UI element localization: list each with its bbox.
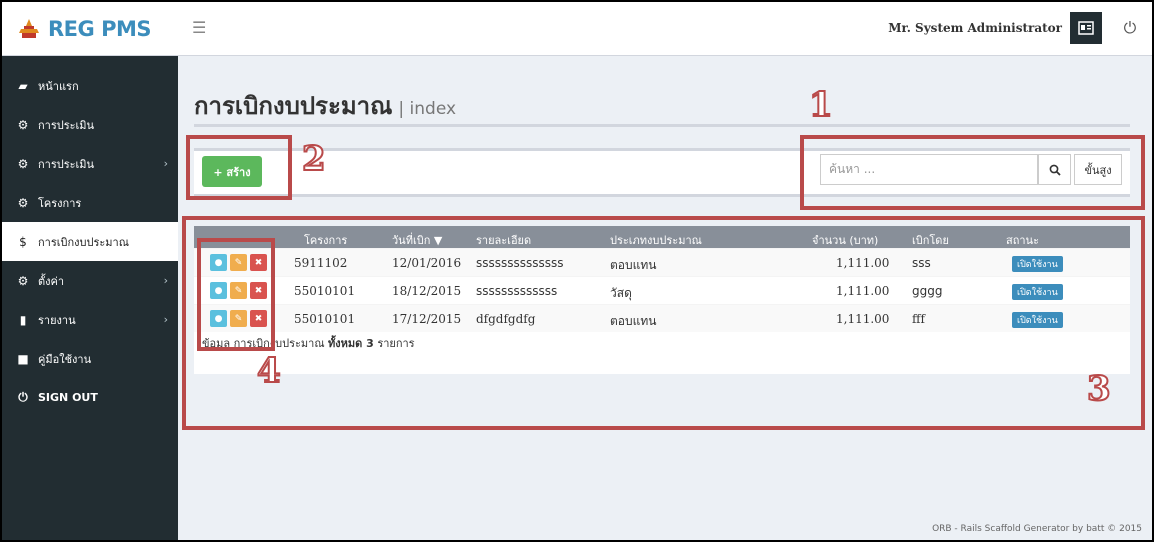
sidebar-item-label: หน้าแรก: [38, 79, 79, 93]
sidebar-item-label: คู่มือใช้งาน: [38, 352, 92, 366]
sidebar-item-home[interactable]: ▰ หน้าแรก: [2, 66, 178, 105]
power-icon: ⏻: [18, 390, 28, 404]
sidebar-item-manual[interactable]: ■ คู่มือใช้งาน: [2, 339, 178, 378]
user-name[interactable]: Mr. System Administrator: [888, 21, 1062, 35]
app-title: REG PMS: [48, 17, 151, 41]
top-bar: REG PMS ☰ Mr. System Administrator ⏻: [2, 2, 1152, 56]
sidebar-item-evaluation-menu[interactable]: ⚙ การประเมิน ›: [2, 144, 178, 183]
title-divider: [194, 124, 1130, 127]
gears-icon: ⚙: [17, 156, 29, 171]
annotation-number-1: 1: [808, 85, 834, 125]
dollar-icon: $: [19, 234, 27, 249]
footer-credit: ORB - Rails Scaffold Generator by batt ©…: [932, 524, 1142, 534]
id-card-icon[interactable]: [1070, 12, 1102, 44]
sidebar-item-label: SIGN OUT: [38, 391, 98, 404]
app-window: REG PMS ☰ Mr. System Administrator ⏻ ▰ ห…: [0, 0, 1154, 542]
page-title: การเบิกงบประมาณ | index: [194, 86, 456, 125]
sidebar-item-label: การประเมิน: [38, 118, 95, 132]
annotation-box-3: [182, 216, 1145, 430]
page-subtitle: | index: [398, 99, 457, 119]
page-title-text: การเบิกงบประมาณ: [194, 92, 393, 120]
sidebar-item-projects[interactable]: ⚙ โครงการ: [2, 183, 178, 222]
temple-icon: [19, 19, 39, 38]
annotation-box-2: [186, 135, 292, 200]
bar-chart-icon: ▮: [19, 312, 27, 327]
sidebar-item-label: ตั้งค่า: [38, 274, 65, 288]
chevron-right-icon: ›: [163, 313, 168, 326]
book-icon: ■: [17, 351, 29, 366]
sidebar-item-sign-out[interactable]: ⏻ SIGN OUT: [2, 378, 178, 417]
annotation-number-3: 3: [1086, 369, 1112, 409]
sidebar-item-label: การประเมิน: [38, 157, 95, 171]
sidebar: ▰ หน้าแรก ⚙ การประเมิน ⚙ การประเมิน › ⚙ …: [2, 56, 178, 540]
chevron-right-icon: ›: [163, 157, 168, 170]
power-icon[interactable]: ⏻: [1114, 12, 1146, 44]
annotation-number-4: 4: [256, 351, 282, 391]
sidebar-item-evaluation[interactable]: ⚙ การประเมิน: [2, 105, 178, 144]
annotation-number-2: 2: [301, 139, 327, 179]
logo[interactable]: REG PMS: [2, 2, 178, 56]
annotation-box-1: [800, 135, 1145, 210]
briefcase-icon: ▰: [18, 78, 28, 93]
menu-toggle-icon[interactable]: ☰: [192, 18, 206, 37]
sidebar-item-budget[interactable]: $ การเบิกงบประมาณ: [2, 222, 178, 261]
gears-icon: ⚙: [17, 273, 29, 288]
cogs-icon: ⚙: [17, 117, 29, 132]
chevron-right-icon: ›: [163, 274, 168, 287]
cubes-icon: ⚙: [17, 195, 29, 210]
sidebar-item-settings[interactable]: ⚙ ตั้งค่า ›: [2, 261, 178, 300]
sidebar-item-reports[interactable]: ▮ รายงาน ›: [2, 300, 178, 339]
sidebar-item-label: รายงาน: [38, 313, 76, 327]
sidebar-item-label: โครงการ: [38, 196, 82, 210]
sidebar-item-label: การเบิกงบประมาณ: [38, 235, 129, 249]
annotation-box-4: [197, 238, 275, 351]
